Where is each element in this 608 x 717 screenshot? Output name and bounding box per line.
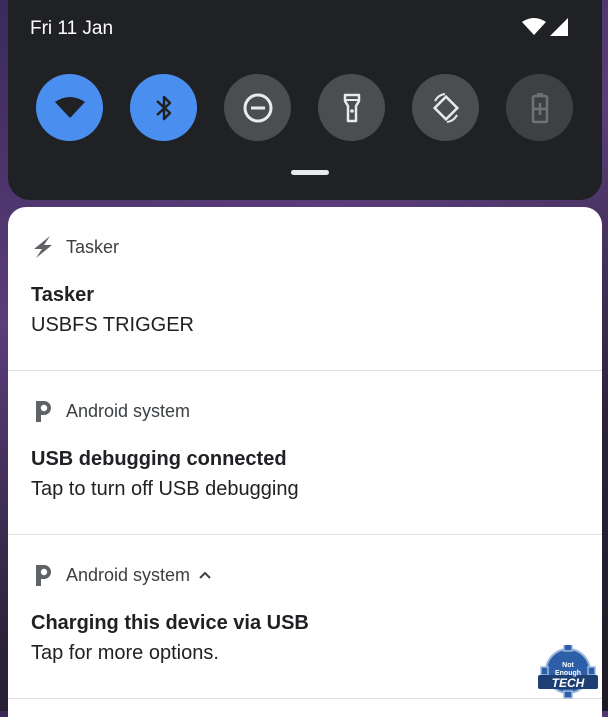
- flashlight-tile[interactable]: [318, 74, 385, 141]
- bluetooth-icon: [155, 95, 171, 120]
- quick-settings-panel: Fri 11 Jan: [8, 0, 602, 200]
- android-system-icon: [36, 565, 51, 586]
- auto-rotate-tile[interactable]: [412, 74, 479, 141]
- drag-handle[interactable]: [291, 170, 329, 175]
- android-system-icon: [36, 401, 51, 422]
- status-icons: [522, 18, 568, 36]
- notification-header: Tasker: [32, 235, 119, 259]
- bluetooth-tile[interactable]: [130, 74, 197, 141]
- notification-title: Charging this device via USB: [31, 612, 309, 634]
- not-enough-tech-watermark-logo: Not Enough TECH: [538, 645, 598, 699]
- do-not-disturb-icon: [243, 93, 272, 122]
- auto-rotate-icon: [432, 92, 459, 123]
- svg-text:Not: Not: [562, 662, 574, 669]
- notification-text: Tap for more options.: [31, 642, 219, 664]
- do-not-disturb-tile[interactable]: [224, 74, 291, 141]
- wifi-signal-icon: [522, 18, 546, 35]
- notification-text: Tap to turn off USB debugging: [31, 478, 299, 500]
- battery-saver-tile[interactable]: [506, 74, 573, 141]
- notification-usb-charging[interactable]: Android system Charging this device via …: [8, 535, 602, 699]
- notification-tasker[interactable]: Tasker Tasker USBFS TRIGGER: [8, 207, 602, 371]
- notification-panel: Tasker Tasker USBFS TRIGGER Android syst…: [8, 207, 602, 717]
- battery-saver-icon: [531, 92, 548, 123]
- svg-text:TECH: TECH: [552, 676, 585, 690]
- notification-title: Tasker: [31, 284, 95, 306]
- cell-signal-icon: [550, 18, 568, 36]
- notification-usb-debugging[interactable]: Android system USB debugging connected T…: [8, 371, 602, 535]
- quick-settings-tiles: [36, 74, 573, 141]
- notification-header: Android system: [32, 399, 190, 423]
- wifi-tile[interactable]: [36, 74, 103, 141]
- notification-title: USB debugging connected: [31, 448, 287, 470]
- flashlight-icon: [343, 93, 360, 122]
- notification-header: Android system: [32, 563, 212, 587]
- chevron-up-icon[interactable]: [198, 570, 212, 580]
- status-date: Fri 11 Jan: [30, 18, 114, 39]
- notification-text: USBFS TRIGGER: [31, 314, 194, 336]
- notification-app-name: Tasker: [66, 236, 120, 257]
- tasker-bolt-icon: [34, 236, 52, 258]
- wifi-icon: [54, 96, 85, 118]
- notification-app-name: Android system: [66, 400, 191, 421]
- notification-app-name: Android system: [66, 564, 191, 585]
